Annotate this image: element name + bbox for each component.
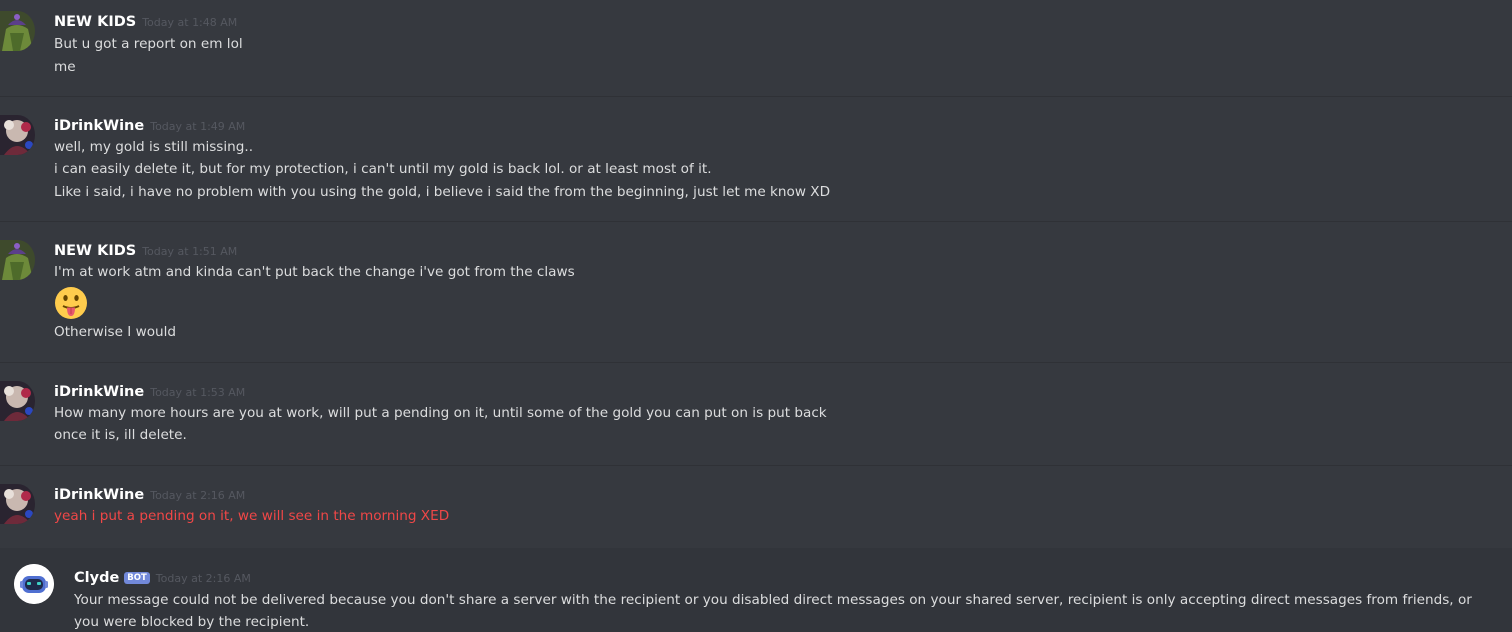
- message-divider: [0, 96, 1512, 97]
- message-divider: [0, 221, 1512, 222]
- message-text: well, my gold is still missing..: [54, 139, 254, 155]
- message-divider: [0, 465, 1512, 466]
- username[interactable]: NEW KIDS: [54, 14, 136, 30]
- timestamp: Today at 1:49 AM: [150, 120, 246, 133]
- system-message: Clyde BOT Today at 2:16 AM Your message co…: [0, 548, 1512, 632]
- failed-message-text: yeah i put a pending on it, we will see …: [54, 508, 450, 524]
- message-header: iDrinkWine Today at 1:53 AM: [54, 381, 245, 400]
- avatar[interactable]: [0, 11, 35, 51]
- message-header: NEW KIDS Today at 1:51 AM: [54, 240, 237, 259]
- timestamp: Today at 1:53 AM: [150, 386, 246, 399]
- message-text: once it is, ill delete.: [54, 427, 187, 443]
- username[interactable]: NEW KIDS: [54, 243, 136, 259]
- message-header: iDrinkWine Today at 2:16 AM: [54, 484, 245, 503]
- chat-messages: NEW KIDS Today at 1:48 AM But u got a rep…: [0, 0, 1512, 632]
- clyde-avatar[interactable]: [14, 564, 54, 604]
- message-header: iDrinkWine Today at 1:49 AM: [54, 115, 245, 134]
- timestamp: Today at 2:16 AM: [150, 489, 246, 502]
- timestamp: Today at 1:48 AM: [142, 16, 238, 29]
- username[interactable]: iDrinkWine: [54, 384, 144, 400]
- message-text: But u got a report on em lol: [54, 36, 243, 52]
- timestamp: Today at 2:16 AM: [155, 572, 251, 585]
- stuck-out-tongue-emoji[interactable]: [54, 286, 88, 320]
- message-text: Otherwise I would: [54, 324, 177, 340]
- message-header: Clyde BOT Today at 2:16 AM: [74, 567, 251, 586]
- avatar[interactable]: [0, 115, 35, 155]
- message-text: How many more hours are you at work, wil…: [54, 405, 827, 421]
- avatar[interactable]: [0, 381, 35, 421]
- timestamp: Today at 1:51 AM: [142, 245, 238, 258]
- message-text: i can easily delete it, but for my prote…: [54, 161, 712, 177]
- message-header: NEW KIDS Today at 1:48 AM: [54, 11, 237, 30]
- message-divider: [0, 362, 1512, 363]
- message-text: me: [54, 59, 76, 75]
- username[interactable]: Clyde: [74, 570, 119, 586]
- username[interactable]: iDrinkWine: [54, 487, 144, 503]
- message-text: Like i said, i have no problem with you …: [54, 184, 831, 200]
- bot-badge: BOT: [124, 572, 150, 584]
- avatar[interactable]: [0, 240, 35, 280]
- avatar[interactable]: [0, 484, 35, 524]
- message-text: I'm at work atm and kinda can't put back…: [54, 264, 575, 280]
- system-message-text: Your message could not be delivered beca…: [74, 592, 1472, 630]
- username[interactable]: iDrinkWine: [54, 118, 144, 134]
